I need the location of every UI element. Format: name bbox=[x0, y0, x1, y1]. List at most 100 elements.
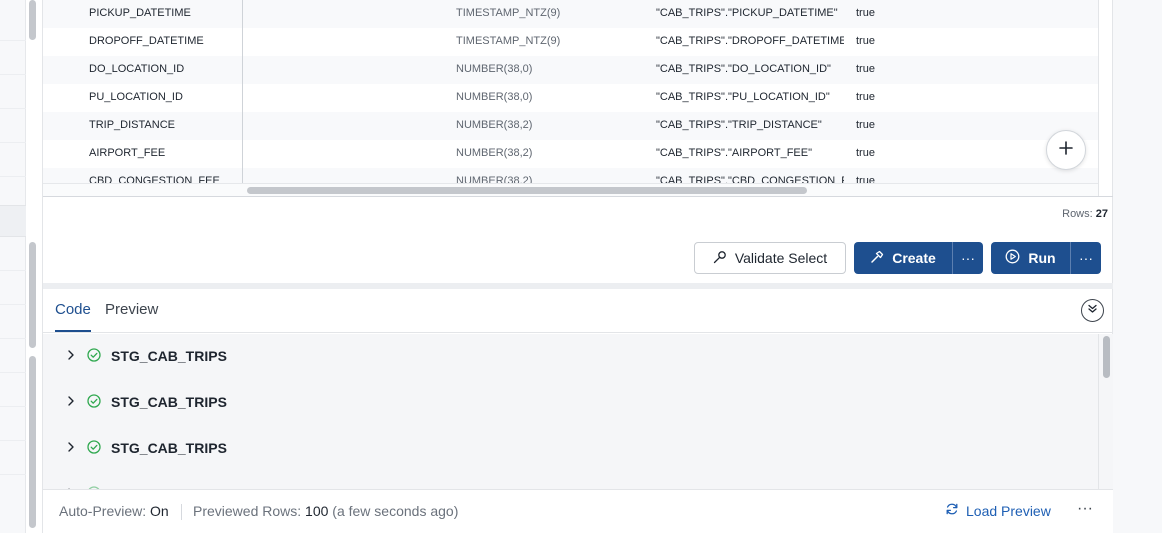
column-nullable: true bbox=[856, 147, 875, 159]
chevron-right-icon[interactable] bbox=[65, 394, 77, 410]
column-nullable: true bbox=[856, 175, 875, 183]
column-name: AIRPORT_FEE bbox=[89, 147, 166, 159]
run-label: Run bbox=[1028, 250, 1056, 266]
left-rail bbox=[0, 0, 26, 533]
column-expression: "CAB_TRIPS"."TRIP_DISTANCE" bbox=[656, 119, 822, 131]
horizontal-scrollbar-thumb[interactable] bbox=[247, 187, 807, 194]
table-row[interactable]: PU_LOCATION_ID NUMBER(38,0) "CAB_TRIPS".… bbox=[43, 84, 1098, 112]
table-row[interactable]: DROPOFF_DATETIME TIMESTAMP_NTZ(9) "CAB_T… bbox=[43, 28, 1098, 56]
collapse-panel-button[interactable] bbox=[1081, 299, 1104, 322]
rail-selected-item[interactable] bbox=[0, 205, 26, 237]
rail-divider bbox=[0, 304, 26, 305]
create-more-button[interactable]: ··· bbox=[952, 242, 983, 274]
column-type: NUMBER(38,2) bbox=[456, 119, 533, 131]
rail-divider bbox=[0, 176, 26, 177]
footer-more-button[interactable]: ··· bbox=[1077, 500, 1093, 518]
previewed-rows-value: 100 bbox=[305, 503, 329, 519]
more-icon: ··· bbox=[1079, 250, 1093, 266]
code-steps-area: STG_CAB_TRIPS STG_CAB_TRIPS STG_CAB_TRIP bbox=[43, 334, 1099, 489]
run-more-button[interactable]: ··· bbox=[1070, 242, 1101, 274]
rail-divider bbox=[0, 440, 26, 441]
column-name: DROPOFF_DATETIME bbox=[89, 35, 204, 47]
column-name: CBD_CONGESTION_FEE bbox=[89, 175, 220, 183]
table-row[interactable]: PICKUP_DATETIME TIMESTAMP_NTZ(9) "CAB_TR… bbox=[43, 0, 1098, 28]
rows-count-label: Rows: bbox=[1062, 208, 1093, 220]
previewed-rows-status: Previewed Rows: 100 (a few seconds ago) bbox=[193, 503, 458, 519]
rail-divider bbox=[0, 270, 26, 271]
columns-grid: PICKUP_DATETIME TIMESTAMP_NTZ(9) "CAB_TR… bbox=[43, 0, 1098, 183]
code-scrollbar-thumb[interactable] bbox=[1103, 336, 1110, 378]
code-step[interactable]: STG_CAB_TRIPS bbox=[65, 437, 227, 459]
column-divider[interactable] bbox=[242, 0, 243, 196]
rail-divider bbox=[0, 338, 26, 339]
auto-preview-value: On bbox=[150, 503, 169, 519]
column-name: TRIP_DISTANCE bbox=[89, 119, 175, 131]
footer-divider bbox=[181, 504, 182, 520]
horizontal-scrollbar[interactable] bbox=[43, 183, 1098, 196]
column-name: DO_LOCATION_ID bbox=[89, 63, 185, 75]
right-edge-panel bbox=[1112, 0, 1162, 533]
step-label: STG_CAB_TRIPS bbox=[111, 348, 227, 364]
outer-scrollbar-thumb[interactable] bbox=[29, 0, 36, 40]
plus-icon bbox=[1058, 140, 1074, 161]
run-button[interactable]: Run bbox=[991, 242, 1070, 274]
key-icon bbox=[713, 250, 727, 267]
tab-preview[interactable]: Preview bbox=[105, 301, 158, 318]
column-expression: "CAB_TRIPS"."DROPOFF_DATETIME bbox=[656, 35, 844, 47]
column-nullable: true bbox=[856, 63, 875, 75]
validate-select-button[interactable]: Validate Select bbox=[694, 242, 846, 274]
check-circle-icon bbox=[87, 439, 101, 457]
column-nullable: true bbox=[856, 35, 875, 47]
grid-bottom-border bbox=[43, 196, 1113, 197]
rail-divider bbox=[0, 40, 26, 41]
code-vertical-scrollbar[interactable] bbox=[1098, 334, 1113, 489]
table-row[interactable]: DO_LOCATION_ID NUMBER(38,0) "CAB_TRIPS".… bbox=[43, 56, 1098, 84]
column-expression: "CAB_TRIPS"."DO_LOCATION_ID" bbox=[656, 63, 831, 75]
table-row[interactable]: TRIP_DISTANCE NUMBER(38,2) "CAB_TRIPS"."… bbox=[43, 112, 1098, 140]
column-expression: "CAB_TRIPS"."AIRPORT_FEE" bbox=[656, 147, 813, 159]
step-label: STG_CAB_TRIPS bbox=[111, 394, 227, 410]
rail-divider bbox=[0, 142, 26, 143]
refresh-icon bbox=[945, 502, 959, 519]
column-type: NUMBER(38,0) bbox=[456, 91, 533, 103]
rail-divider bbox=[0, 372, 26, 373]
rail-divider bbox=[0, 406, 26, 407]
app-root: PICKUP_DATETIME TIMESTAMP_NTZ(9) "CAB_TR… bbox=[0, 0, 1162, 533]
table-row[interactable]: AIRPORT_FEE NUMBER(38,2) "CAB_TRIPS"."AI… bbox=[43, 140, 1098, 168]
grid-right-border bbox=[1098, 0, 1099, 196]
column-expression: "CAB_TRIPS"."CBD_CONGESTION_F bbox=[656, 175, 844, 183]
table-row[interactable]: CBD_CONGESTION_FEE NUMBER(38,2) "CAB_TRI… bbox=[43, 168, 1098, 183]
play-circle-icon bbox=[1005, 249, 1020, 267]
load-preview-button[interactable]: Load Preview bbox=[945, 502, 1051, 519]
hammer-icon bbox=[870, 250, 884, 267]
chevron-right-icon[interactable] bbox=[65, 348, 77, 364]
rail-divider bbox=[0, 474, 26, 475]
load-preview-label: Load Preview bbox=[966, 502, 1051, 519]
tab-code[interactable]: Code bbox=[55, 301, 91, 318]
rows-count-value: 27 bbox=[1095, 208, 1108, 220]
column-name: PU_LOCATION_ID bbox=[89, 91, 183, 103]
rail-divider bbox=[0, 108, 26, 109]
more-icon: ··· bbox=[961, 250, 975, 266]
active-tab-indicator bbox=[55, 330, 91, 332]
outer-scrollbar-thumb[interactable] bbox=[29, 242, 36, 348]
code-step[interactable]: STG_CAB_TRIPS bbox=[65, 391, 227, 413]
create-button[interactable]: Create bbox=[854, 242, 952, 274]
column-nullable: true bbox=[856, 119, 875, 131]
chevron-right-icon[interactable] bbox=[65, 440, 77, 456]
auto-preview-label: Auto-Preview: bbox=[59, 503, 147, 519]
add-column-button[interactable] bbox=[1046, 130, 1086, 170]
auto-preview-status[interactable]: Auto-Preview: On bbox=[59, 503, 169, 519]
column-type: NUMBER(38,0) bbox=[456, 63, 533, 75]
transform-panel: PICKUP_DATETIME TIMESTAMP_NTZ(9) "CAB_TR… bbox=[42, 0, 1113, 533]
outer-scrollbar-thumb[interactable] bbox=[29, 356, 36, 528]
create-label: Create bbox=[892, 250, 936, 266]
column-nullable: true bbox=[856, 91, 875, 103]
tab-bar: Code Preview bbox=[43, 289, 1113, 333]
column-type: NUMBER(38,2) bbox=[456, 175, 533, 183]
column-nullable: true bbox=[856, 7, 875, 19]
code-step[interactable]: STG_CAB_TRIPS bbox=[65, 345, 227, 367]
column-type: NUMBER(38,2) bbox=[456, 147, 533, 159]
column-type: TIMESTAMP_NTZ(9) bbox=[456, 7, 561, 19]
validate-select-label: Validate Select bbox=[734, 250, 828, 266]
